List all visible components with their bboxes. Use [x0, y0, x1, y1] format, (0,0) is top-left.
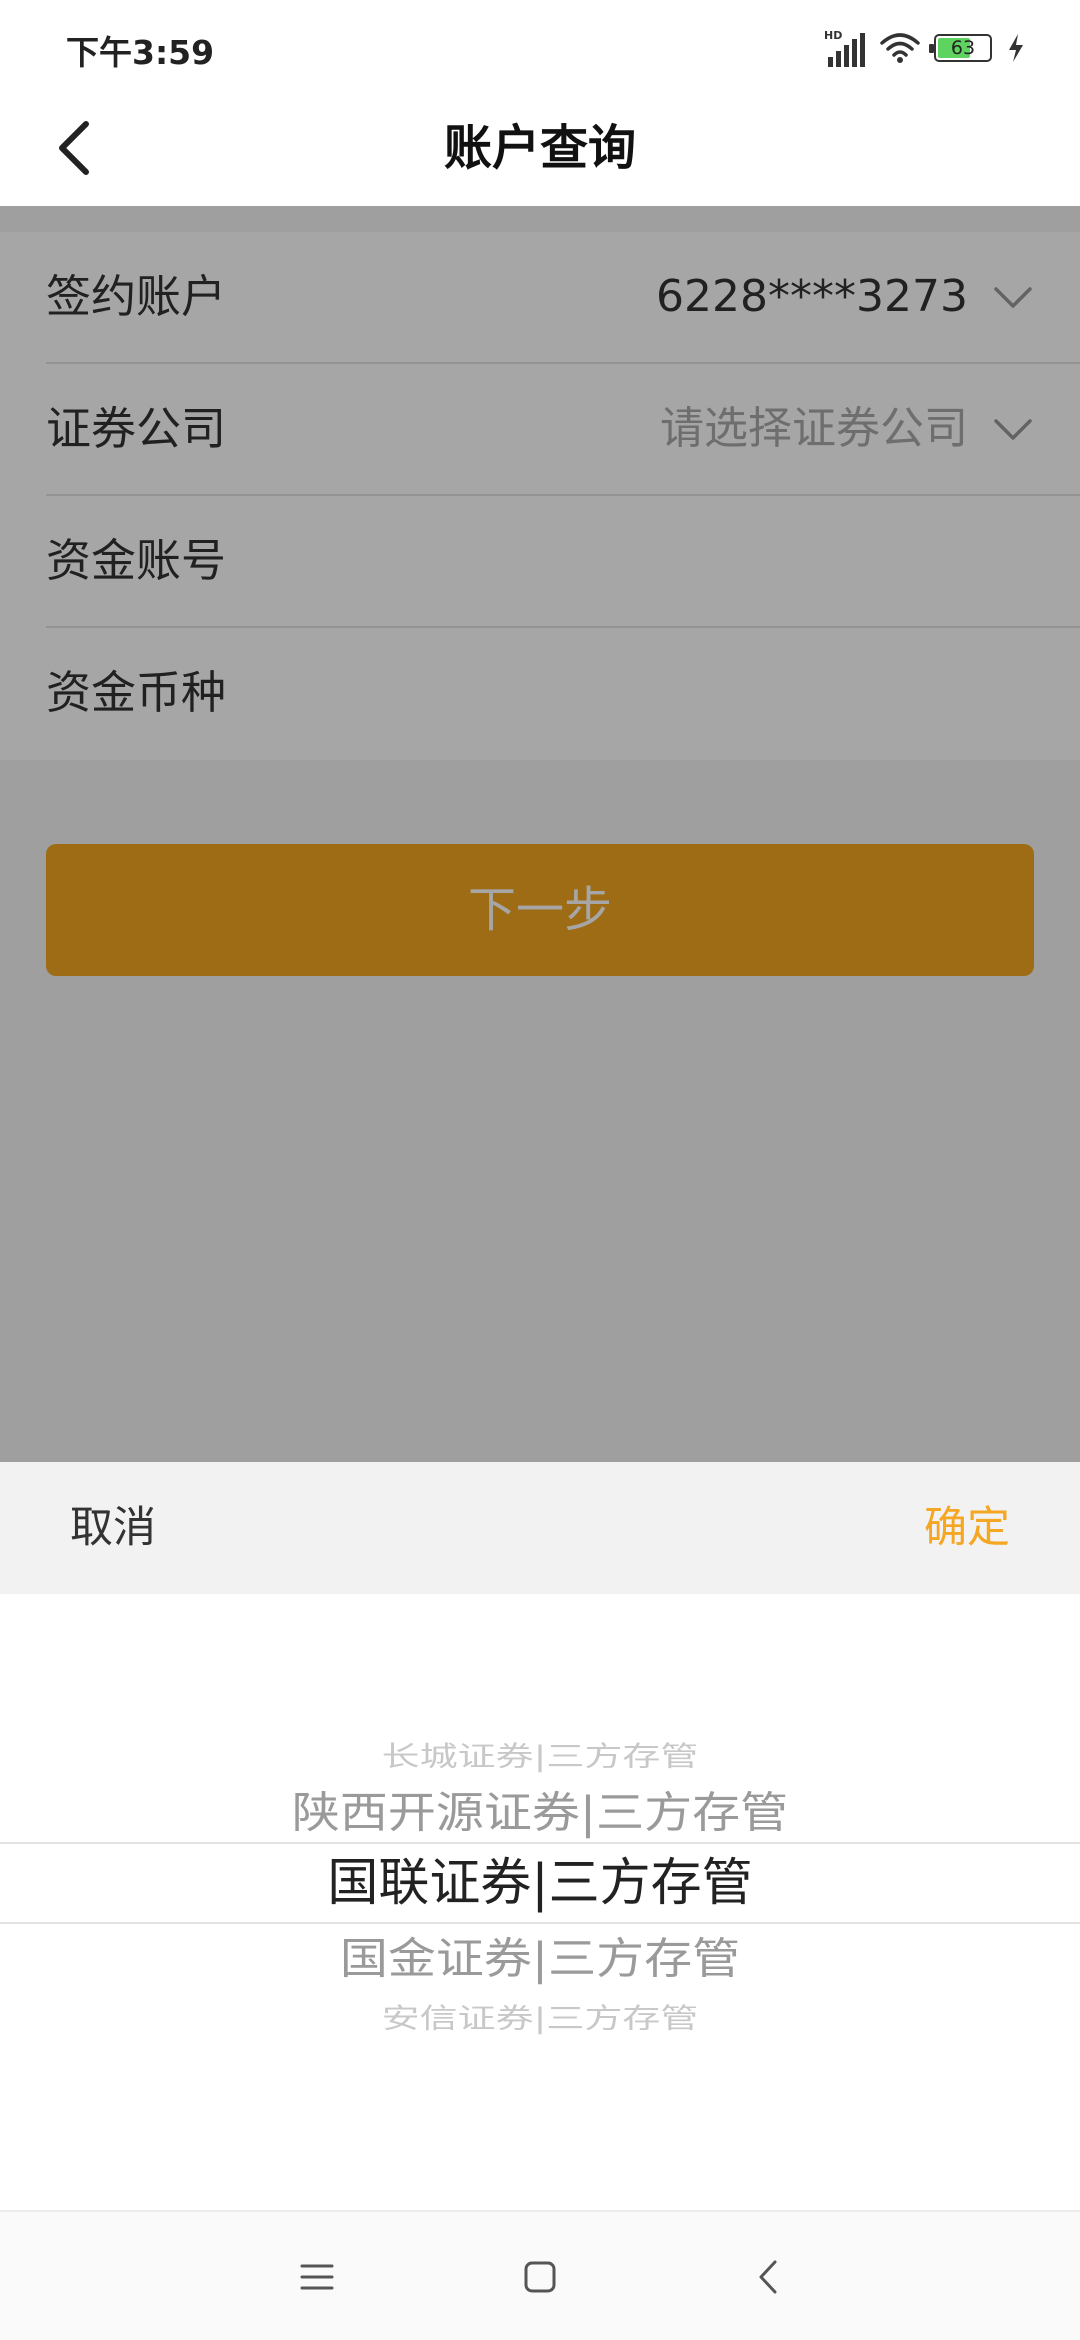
status-time: 下午3:59: [66, 33, 215, 72]
company-picker: 取消 确定 长城证券|三方存管 陕西开源证券|三方存管 国联证券|三方存管 国金…: [0, 1462, 1080, 2210]
picker-option[interactable]: 陕西开源证券|三方存管: [0, 1782, 1080, 1845]
charging-icon: [1009, 34, 1023, 62]
hd-signal-icon: HD: [822, 29, 866, 67]
back-icon: [759, 2260, 777, 2294]
home-icon: [524, 2261, 556, 2293]
home-button[interactable]: [505, 2242, 575, 2312]
picker-option[interactable]: 安信证券|三方存管: [0, 1996, 1080, 2039]
picker-option[interactable]: 长城证券|三方存管: [0, 1734, 1080, 1777]
menu-button[interactable]: [282, 2242, 352, 2312]
picker-option-selected[interactable]: 国联证券|三方存管: [0, 1848, 1080, 1920]
status-icons: HD 63: [822, 28, 1026, 68]
battery-icon: 63: [929, 34, 992, 62]
header: 账户查询: [0, 90, 1080, 206]
status-bar: 下午3:59 HD 63: [0, 0, 1080, 90]
picker-toolbar: 取消 确定: [0, 1462, 1080, 1594]
system-nav-bar: [0, 2210, 1080, 2340]
cancel-button[interactable]: 取消: [70, 1462, 156, 1594]
menu-icon: [300, 2264, 334, 2290]
selection-line-bottom: [0, 1922, 1080, 1924]
battery-level: 63: [950, 37, 976, 59]
network-label: HD: [824, 29, 843, 42]
picker-option[interactable]: 国金证券|三方存管: [0, 1928, 1080, 1991]
page-title: 账户查询: [443, 120, 636, 176]
picker-wheel[interactable]: 长城证券|三方存管 陕西开源证券|三方存管 国联证券|三方存管 国金证券|三方存…: [0, 1594, 1080, 2210]
system-back-button[interactable]: [733, 2242, 803, 2312]
screen: 下午3:59 HD 63 账户查询 签约账户 6228****3273 证券公司…: [0, 0, 1080, 2340]
confirm-button[interactable]: 确定: [924, 1462, 1010, 1594]
wifi-icon: [880, 33, 920, 63]
modal-overlay[interactable]: [0, 206, 1080, 1462]
